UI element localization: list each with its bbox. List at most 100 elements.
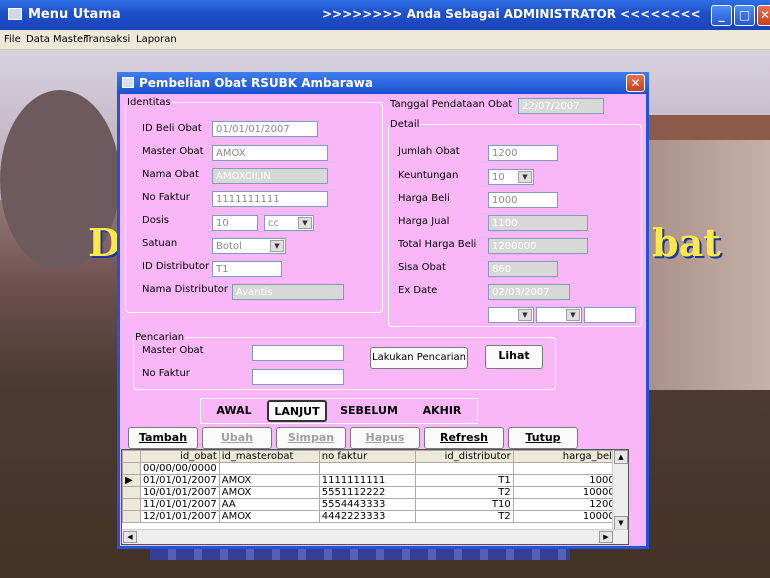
hapus-button[interactable]: Hapus [350, 427, 420, 449]
scroll-down-icon[interactable]: ▼ [614, 516, 628, 530]
table-row[interactable]: 11/01/01/2007 AA 5554443333 T10 1200 [122, 498, 618, 511]
scroll-up-icon[interactable]: ▲ [614, 450, 628, 464]
ex-date-month-select[interactable]: ▼ [536, 307, 582, 323]
id-beli-label: ID Beli Obat [142, 123, 202, 134]
column-header-no-faktur[interactable]: no faktur [318, 450, 416, 463]
keuntungan-label: Keuntungan [398, 170, 459, 181]
menu-file[interactable]: File [4, 34, 21, 45]
tutup-button[interactable]: Tutup [508, 427, 578, 449]
scroll-right-icon[interactable]: ▶ [599, 531, 613, 543]
ex-date-year-field[interactable] [584, 307, 636, 323]
column-header-id-obat[interactable]: id_obat [140, 450, 220, 463]
keuntungan-select[interactable]: 10 ▼ [488, 169, 534, 185]
grid-horizontal-scrollbar[interactable]: ◀ ▶ [122, 529, 628, 544]
row-selector[interactable] [122, 486, 141, 499]
menu-transaksi[interactable]: Transaksi [84, 34, 130, 45]
table-cell[interactable]: 12/01/01/2007 [140, 510, 220, 523]
row-selector[interactable] [122, 462, 141, 475]
lakukan-pencarian-button[interactable]: Lakukan Pencarian [370, 347, 468, 369]
table-cell[interactable] [218, 462, 320, 475]
table-cell[interactable]: T10 [414, 498, 514, 511]
dosis-field[interactable]: 10 [212, 215, 258, 231]
table-row[interactable]: 10/01/01/2007 AMOX 5551112222 T2 10000 [122, 486, 618, 499]
chevron-down-icon[interactable]: ▼ [518, 309, 532, 321]
scroll-left-icon[interactable]: ◀ [123, 531, 137, 543]
table-cell[interactable]: AMOX [218, 510, 320, 523]
column-header-id-masterobat[interactable]: id_masterobat [218, 450, 320, 463]
jumlah-obat-field[interactable]: 1200 [488, 145, 558, 161]
table-cell[interactable] [414, 462, 514, 475]
nama-distributor-label: Nama Distributor [142, 284, 228, 295]
grid-vertical-scrollbar[interactable]: ▲ ▼ [612, 450, 628, 530]
satuan-select[interactable]: Botol ▼ [212, 238, 286, 254]
table-cell[interactable]: 4442223333 [318, 510, 416, 523]
table-cell[interactable]: T1 [414, 474, 514, 487]
table-row[interactable]: ▶ 01/01/01/2007 AMOX 1111111111 T1 1000 [122, 474, 618, 487]
table-cell[interactable]: 1111111111 [318, 474, 416, 487]
background-title-left: D [88, 220, 121, 265]
master-obat-field[interactable]: AMOX [212, 145, 328, 161]
column-header-id-distributor[interactable]: id_distributor [414, 450, 514, 463]
chevron-down-icon[interactable]: ▼ [566, 309, 580, 321]
ubah-button[interactable]: Ubah [202, 427, 272, 449]
tanggal-label: Tanggal Pendataan Obat [390, 99, 513, 110]
dialog-icon [122, 77, 134, 88]
table-row[interactable]: 00/00/00/0000 [122, 462, 618, 475]
ubah-label: Ubah [220, 431, 254, 444]
lihat-button[interactable]: Lihat [485, 345, 543, 369]
chevron-down-icon[interactable]: ▼ [270, 240, 284, 252]
id-distributor-field[interactable]: T1 [212, 261, 282, 277]
table-cell[interactable]: 10000 [512, 486, 618, 499]
table-cell[interactable]: 1000 [512, 474, 618, 487]
sebelum-button[interactable]: SEBELUM [334, 400, 404, 422]
ex-date-field: 02/03/2007 [488, 284, 570, 300]
search-no-faktur-input[interactable] [252, 369, 344, 385]
menu-data-master[interactable]: Data Master [26, 34, 87, 45]
ex-date-day-select[interactable]: ▼ [488, 307, 534, 323]
column-header-harga-beli[interactable]: harga_beli [512, 450, 618, 463]
table-cell[interactable]: 5551112222 [318, 486, 416, 499]
master-obat-label: Master Obat [142, 146, 204, 157]
window-close-button[interactable]: ✕ [757, 5, 770, 26]
table-cell[interactable]: T2 [414, 486, 514, 499]
grid-body: 00/00/00/0000 ▶ 01/01/01/2007 AMOX 111111111… [122, 462, 618, 523]
maximize-button[interactable]: □ [734, 5, 755, 26]
table-cell[interactable]: T2 [414, 510, 514, 523]
table-cell[interactable]: 10000 [512, 510, 618, 523]
menu-laporan[interactable]: Laporan [136, 34, 177, 45]
search-master-obat-input[interactable] [252, 345, 344, 361]
row-selector[interactable] [122, 498, 141, 511]
minimize-button[interactable]: _ [711, 5, 732, 26]
chevron-down-icon[interactable]: ▼ [298, 217, 312, 229]
no-faktur-field[interactable]: 1111111111 [212, 191, 328, 207]
role-banner: >>>>>>>> Anda Sebagai ADMINISTRATOR <<<<… [322, 7, 701, 21]
simpan-button[interactable]: Simpan [276, 427, 346, 449]
refresh-button[interactable]: Refresh [424, 427, 504, 449]
table-cell[interactable]: AMOX [218, 474, 320, 487]
table-cell[interactable]: AA [218, 498, 320, 511]
table-cell[interactable]: 5554443333 [318, 498, 416, 511]
id-beli-field[interactable]: 01/01/01/2007 [212, 121, 318, 137]
chevron-down-icon[interactable]: ▼ [518, 171, 532, 183]
lanjut-button[interactable]: LANJUT [267, 400, 327, 422]
table-cell[interactable]: 01/01/01/2007 [140, 474, 220, 487]
current-row-pointer-icon[interactable]: ▶ [122, 474, 141, 487]
table-cell[interactable] [512, 462, 618, 475]
table-cell[interactable]: 1200 [512, 498, 618, 511]
table-cell[interactable]: 10/01/01/2007 [140, 486, 220, 499]
table-cell[interactable] [318, 462, 416, 475]
data-grid[interactable]: id_obat id_masterobat no faktur id_distr… [121, 449, 629, 545]
table-row[interactable]: 12/01/01/2007 AMOX 4442223333 T2 10000 [122, 510, 618, 523]
table-cell[interactable]: 11/01/01/2007 [140, 498, 220, 511]
harga-jual-field: 1100 [488, 215, 588, 231]
awal-button[interactable]: AWAL [204, 400, 264, 422]
harga-beli-field[interactable]: 1000 [488, 192, 558, 208]
dosis-unit-select[interactable]: cc ▼ [264, 215, 314, 231]
row-selector[interactable] [122, 510, 141, 523]
detail-legend: Detail [390, 119, 420, 130]
akhir-button[interactable]: AKHIR [412, 400, 472, 422]
table-cell[interactable]: AMOX [218, 486, 320, 499]
table-cell[interactable]: 00/00/00/0000 [140, 462, 220, 475]
dialog-close-button[interactable]: ✕ [626, 74, 645, 92]
tambah-button[interactable]: Tambah [128, 427, 198, 449]
